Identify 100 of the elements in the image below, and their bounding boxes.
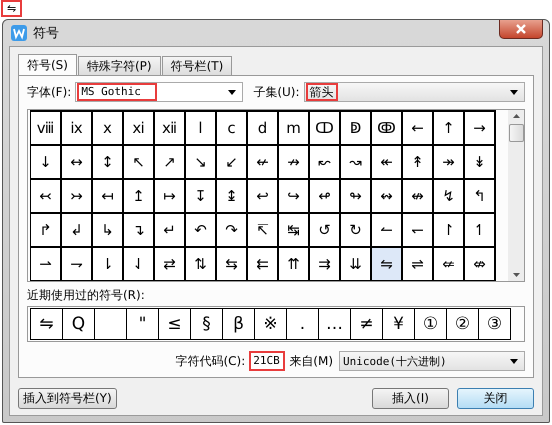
recent-symbol-cell[interactable]: .: [287, 308, 319, 340]
symbol-cell[interactable]: ↢: [31, 180, 62, 214]
symbol-cell[interactable]: ↩: [248, 180, 279, 214]
symbol-cell[interactable]: ↚: [248, 146, 279, 180]
recent-symbol-cell[interactable]: §: [191, 308, 223, 340]
symbol-cell[interactable]: ⅹ: [93, 112, 124, 146]
symbol-cell[interactable]: ⇄: [155, 248, 186, 281]
symbol-cell[interactable]: ↭: [372, 180, 403, 214]
symbol-cell[interactable]: ↖: [124, 146, 155, 180]
symbol-cell[interactable]: ↜: [310, 146, 341, 180]
symbol-cell[interactable]: ⇁: [62, 248, 93, 281]
recent-symbol-cell[interactable]: ≤: [159, 308, 191, 340]
symbol-cell[interactable]: ↪: [279, 180, 310, 214]
symbol-cell[interactable]: ↸: [248, 214, 279, 248]
symbol-cell[interactable]: ⇇: [248, 248, 279, 281]
symbol-cell[interactable]: ↑: [434, 112, 465, 146]
recent-symbol-cell[interactable]: ③: [479, 308, 511, 340]
symbol-cell[interactable]: ⇆: [217, 248, 248, 281]
symbol-cell[interactable]: ↴: [124, 214, 155, 248]
recent-symbol-cell[interactable]: ①: [415, 308, 447, 340]
symbol-cell[interactable]: ↺: [310, 214, 341, 248]
symbol-cell[interactable]: ↝: [341, 146, 372, 180]
insert-to-bar-button[interactable]: 插入到符号栏(Y): [18, 388, 117, 409]
symbol-cell[interactable]: ↗: [155, 146, 186, 180]
symbol-cell[interactable]: ↧: [186, 180, 217, 214]
symbol-cell[interactable]: ⅿ: [279, 112, 310, 146]
symbol-cell[interactable]: ↣: [62, 180, 93, 214]
dialog-button[interactable]: 插入(I): [372, 388, 449, 409]
symbol-cell[interactable]: ↛: [279, 146, 310, 180]
symbol-cell[interactable]: ↿: [465, 214, 496, 248]
recent-symbol-cell[interactable]: ⇋: [30, 308, 63, 340]
symbol-cell[interactable]: →: [465, 112, 496, 146]
symbol-cell[interactable]: ↙: [217, 146, 248, 180]
recent-symbol-cell[interactable]: ②: [447, 308, 479, 340]
symbol-cell[interactable]: ⇍: [434, 248, 465, 281]
scroll-thumb[interactable]: [508, 124, 524, 142]
symbol-cell[interactable]: ⅸ: [62, 112, 93, 146]
symbol-cell[interactable]: ↽: [403, 214, 434, 248]
symbol-cell[interactable]: ↟: [403, 146, 434, 180]
scrollbar[interactable]: [508, 110, 524, 281]
symbol-cell[interactable]: ↲: [62, 214, 93, 248]
symbol-cell[interactable]: ⇌: [403, 248, 434, 281]
symbol-cell[interactable]: ↁ: [341, 112, 372, 146]
symbol-cell[interactable]: ↱: [31, 214, 62, 248]
symbol-cell[interactable]: ↬: [341, 180, 372, 214]
symbol-cell[interactable]: ↻: [341, 214, 372, 248]
symbol-cell[interactable]: ↤: [93, 180, 124, 214]
symbol-cell[interactable]: ↓: [31, 146, 62, 180]
symbol-cell[interactable]: ⅷ: [31, 112, 62, 146]
subset-dropdown[interactable]: 箭头: [304, 82, 525, 102]
symbol-cell[interactable]: ↞: [372, 146, 403, 180]
recent-symbol-cell[interactable]: β: [223, 308, 255, 340]
symbol-cell[interactable]: ⇀: [31, 248, 62, 281]
symbol-cell[interactable]: ↼: [372, 214, 403, 248]
recent-symbol-cell[interactable]: ※: [255, 308, 287, 340]
symbol-cell[interactable]: ⇉: [310, 248, 341, 281]
font-dropdown[interactable]: MS Gothic: [75, 82, 244, 102]
symbol-cell[interactable]: ⇊: [341, 248, 372, 281]
symbol-cell[interactable]: ↰: [465, 180, 496, 214]
symbol-cell[interactable]: ⅻ: [155, 112, 186, 146]
symbol-cell[interactable]: ↀ: [310, 112, 341, 146]
symbol-cell[interactable]: ⇂: [93, 248, 124, 281]
symbol-cell[interactable]: ↮: [403, 180, 434, 214]
from-dropdown[interactable]: Unicode(十六进制): [339, 351, 525, 371]
tab[interactable]: 特殊字符(P): [78, 56, 161, 75]
symbol-cell[interactable]: ↳: [93, 214, 124, 248]
symbol-cell[interactable]: ↥: [124, 180, 155, 214]
symbol-cell[interactable]: ↾: [434, 214, 465, 248]
symbol-cell[interactable]: ↯: [434, 180, 465, 214]
symbol-cell[interactable]: ⇈: [279, 248, 310, 281]
symbol-cell[interactable]: ↹: [279, 214, 310, 248]
symbol-cell[interactable]: ↠: [434, 146, 465, 180]
recent-symbol-cell[interactable]: ≠: [351, 308, 383, 340]
symbol-cell[interactable]: ↦: [155, 180, 186, 214]
char-code-field[interactable]: 21CB: [249, 351, 286, 371]
symbol-cell[interactable]: ↔: [62, 146, 93, 180]
recent-symbol-cell[interactable]: Q: [63, 308, 95, 340]
symbol-cell[interactable]: ↵: [155, 214, 186, 248]
symbol-cell[interactable]: ↫: [310, 180, 341, 214]
symbol-cell[interactable]: ↕: [93, 146, 124, 180]
symbol-cell[interactable]: ⅼ: [186, 112, 217, 146]
symbol-cell[interactable]: ←: [403, 112, 434, 146]
recent-symbol-cell[interactable]: ": [127, 308, 159, 340]
symbol-cell[interactable]: ⅽ: [217, 112, 248, 146]
symbol-cell[interactable]: ⅾ: [248, 112, 279, 146]
symbol-cell[interactable]: ⇋: [372, 248, 403, 281]
symbol-cell[interactable]: ↂ: [372, 112, 403, 146]
tab[interactable]: 符号(S): [18, 54, 77, 75]
symbol-cell[interactable]: ↶: [186, 214, 217, 248]
symbol-cell[interactable]: ⇅: [186, 248, 217, 281]
close-button[interactable]: [499, 20, 543, 39]
recent-symbol-cell[interactable]: …: [319, 308, 351, 340]
symbol-cell[interactable]: ↨: [217, 180, 248, 214]
symbol-cell[interactable]: ↡: [465, 146, 496, 180]
dialog-button[interactable]: 关闭: [457, 388, 534, 409]
recent-symbol-cell[interactable]: ¥: [383, 308, 415, 340]
symbol-cell[interactable]: ↷: [217, 214, 248, 248]
symbol-cell[interactable]: ⇃: [124, 248, 155, 281]
symbol-cell[interactable]: ⇎: [465, 248, 496, 281]
tab[interactable]: 符号栏(T): [162, 56, 232, 75]
